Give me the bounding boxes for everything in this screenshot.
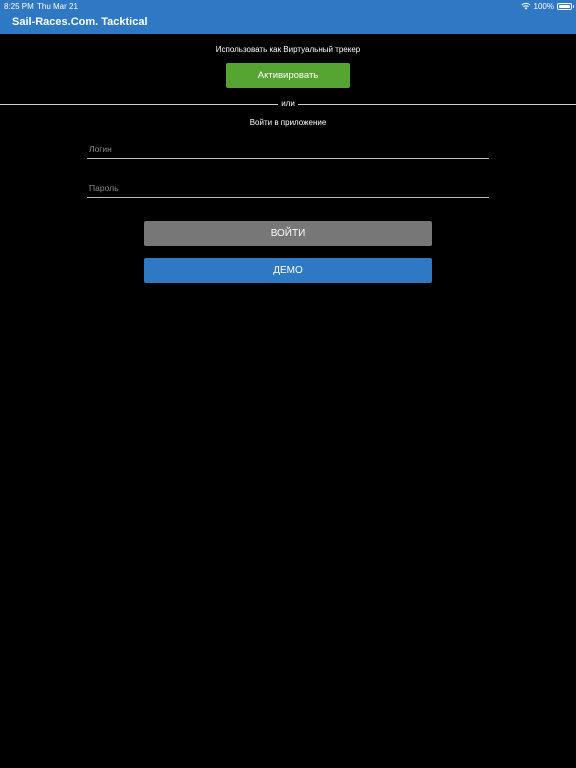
login-button[interactable]: ВОЙТИ xyxy=(144,221,432,246)
status-date: Thu Mar 21 xyxy=(37,2,78,11)
or-divider-text: или xyxy=(281,99,295,108)
status-indicators: 100% xyxy=(520,1,574,11)
status-time: 8:25 PM xyxy=(4,2,34,11)
app-title: Sail-Races.Com. Tacktical xyxy=(12,16,148,28)
battery-level-fill xyxy=(559,4,570,8)
wifi-icon xyxy=(520,2,531,10)
demo-button[interactable]: ДЕМО xyxy=(144,258,432,283)
password-input[interactable] xyxy=(87,178,489,198)
login-section-label: Войти в приложение xyxy=(249,118,327,127)
activate-button[interactable]: Активировать xyxy=(226,63,350,88)
battery-percentage: 100% xyxy=(533,1,554,11)
battery-icon xyxy=(557,2,574,10)
virtual-tracker-label: Использовать как Виртуальный трекер xyxy=(215,45,361,54)
login-input[interactable] xyxy=(87,139,489,159)
app-header: 8:25 PM Thu Mar 21 100% Sail-Races.Com. … xyxy=(0,0,576,34)
divider-line-right xyxy=(298,104,576,105)
divider-line-left xyxy=(0,104,278,105)
